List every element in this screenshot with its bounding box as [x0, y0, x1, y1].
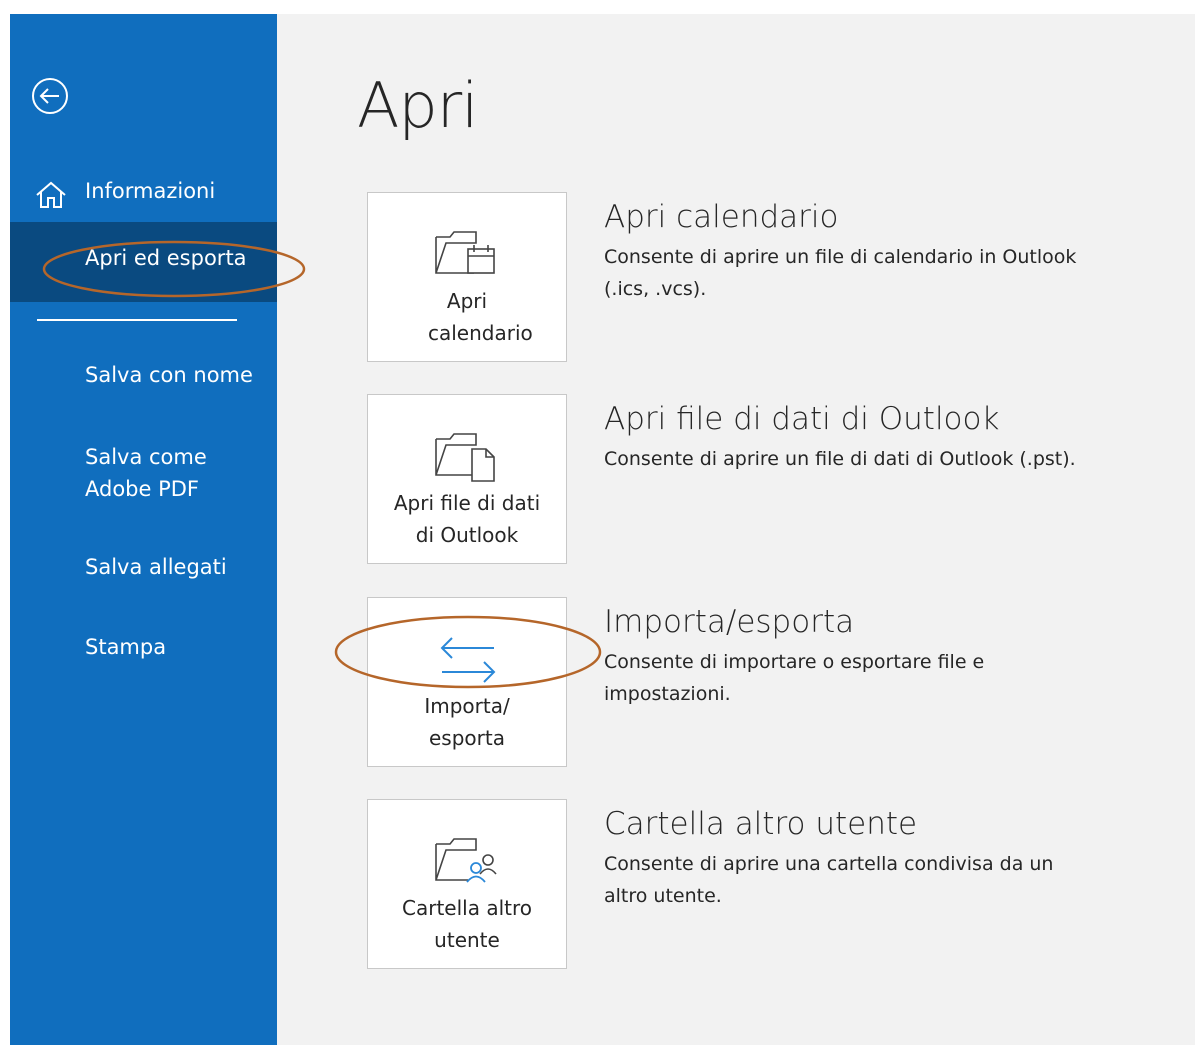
folder-file-icon: [435, 433, 495, 482]
option-title: Cartella altro utente: [604, 806, 918, 842]
option-description: Consente di aprire una cartella condivis…: [604, 853, 1054, 907]
option-description: Consente di aprire un file di calendario…: [604, 246, 1077, 300]
cartella-altro-utente-button[interactable]: Cartella altro utente: [367, 799, 567, 969]
apri-calendario-button[interactable]: Apri calendario: [367, 192, 567, 362]
option-title: Apri calendario: [604, 199, 839, 235]
page-title: Apri: [357, 69, 478, 142]
nav-salva-con-nome[interactable]: Salva con nome: [10, 359, 277, 397]
back-button[interactable]: [30, 76, 70, 116]
option-description-block: Cartella altro utente Consente di aprire…: [604, 806, 1084, 912]
folder-calendar-icon: [435, 231, 495, 274]
importa-esporta-button[interactable]: Importa/ esporta: [367, 597, 567, 767]
nav-salva-come-pdf[interactable]: Salva come Adobe PDF: [10, 439, 277, 511]
nav-label-stampa: Stampa: [85, 635, 167, 659]
backstage-sidebar: Informazioni Apri ed esporta Salva con n…: [10, 14, 277, 1045]
import-export-arrows-icon: [440, 637, 496, 683]
nav-informazioni[interactable]: Informazioni: [10, 169, 277, 215]
option-description-block: Importa/esporta Consente di importare o …: [604, 604, 1084, 710]
nav-label-salva-come-pdf: Salva come Adobe PDF: [85, 445, 207, 501]
back-arrow-circle-icon: [32, 78, 68, 114]
home-icon: [36, 181, 66, 208]
tile-label: Importa/ esporta: [424, 694, 510, 750]
option-description: Consente di importare o esportare file e…: [604, 651, 985, 705]
nav-label-informazioni: Informazioni: [85, 179, 216, 203]
option-title: Importa/esporta: [604, 604, 855, 640]
nav-salva-allegati[interactable]: Salva allegati: [10, 551, 277, 589]
option-title: Apri file di dati di Outlook: [604, 401, 1000, 437]
option-description-block: Apri calendario Consente di aprire un fi…: [604, 199, 1084, 305]
folder-user-icon: [435, 838, 497, 883]
option-description-block: Apri file di dati di Outlook Consente di…: [604, 401, 1084, 475]
tile-label: Apri calendario: [428, 289, 533, 345]
option-description: Consente di aprire un file di dati di Ou…: [604, 448, 1076, 470]
tile-label: Apri file di dati di Outlook: [393, 491, 541, 547]
backstage-main: Apri Apri calendario Apri calendario Con…: [277, 14, 1195, 1045]
tile-label: Cartella altro utente: [402, 896, 532, 952]
nav-label-salva-con-nome: Salva con nome: [85, 363, 253, 387]
nav-stampa[interactable]: Stampa: [10, 631, 277, 669]
nav-label-apri-ed-esporta: Apri ed esporta: [85, 246, 247, 270]
sidebar-divider: [37, 319, 237, 321]
nav-label-salva-allegati: Salva allegati: [85, 555, 227, 579]
nav-apri-ed-esporta[interactable]: Apri ed esporta: [10, 222, 277, 302]
apri-file-dati-outlook-button[interactable]: Apri file di dati di Outlook: [367, 394, 567, 564]
